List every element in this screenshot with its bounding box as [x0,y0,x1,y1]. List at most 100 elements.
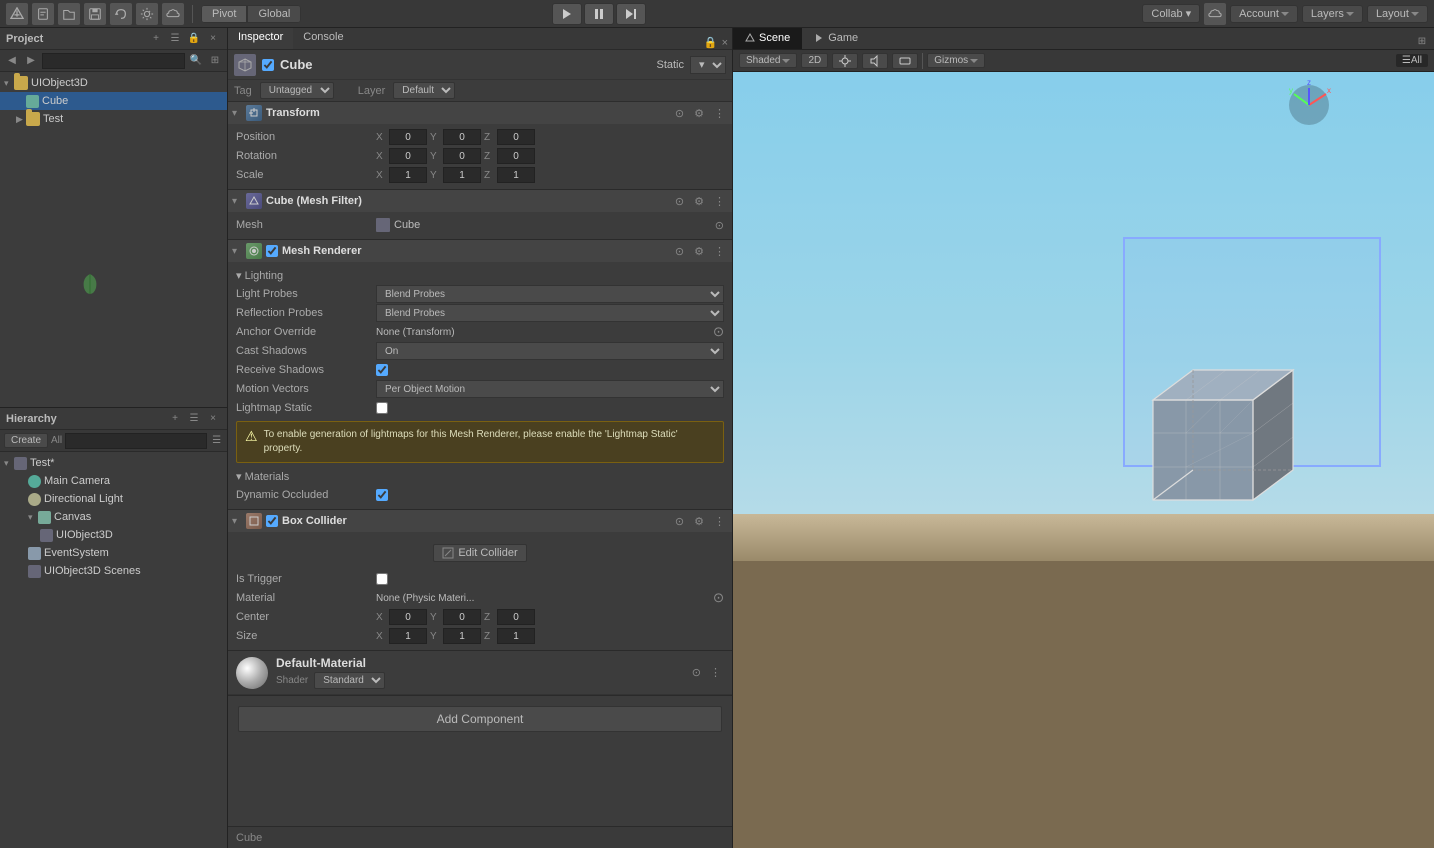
mesh-filter-settings-btn[interactable]: ⚙ [691,195,707,208]
project-search-input[interactable] [42,53,185,69]
cast-shadows-dropdown[interactable]: On [376,342,724,360]
shaded-btn[interactable]: Shaded [739,53,797,68]
material-menu-btn[interactable]: ⋮ [707,666,724,679]
gizmos-btn[interactable]: Gizmos [927,53,985,68]
anchor-select-btn[interactable]: ⊙ [713,324,724,340]
box-collider-ref-btn[interactable]: ⊙ [672,515,687,528]
project-back-btn[interactable]: ◀ [4,53,20,69]
mesh-renderer-checkbox[interactable] [266,245,278,257]
mesh-filter-header[interactable]: ▾ Cube (Mesh Filter) ⊙ ⚙ ⋮ [228,190,732,212]
box-collider-header[interactable]: ▾ Box Collider ⊙ ⚙ ⋮ [228,510,732,532]
hierarchy-item-eventsystem[interactable]: EventSystem [0,544,227,562]
project-search-btn[interactable]: 🔍 [188,53,204,69]
receive-shadows-checkbox[interactable] [376,364,388,376]
mesh-select-btn[interactable]: ⊙ [715,219,724,232]
tag-dropdown[interactable]: Untagged [260,82,334,99]
position-z-input[interactable] [497,129,535,145]
scale-z-input[interactable] [497,167,535,183]
static-dropdown[interactable]: ▾ [690,56,726,74]
console-tab[interactable]: Console [293,28,353,49]
materials-header-row[interactable]: ▾ Materials [236,467,724,485]
hierarchy-menu-btn[interactable]: ☰ [186,411,202,427]
create-button[interactable]: Create [4,433,48,448]
box-collider-checkbox[interactable] [266,515,278,527]
scale-x-input[interactable] [389,167,427,183]
step-button[interactable] [616,3,646,25]
global-btn[interactable]: Global [247,5,301,23]
hierarchy-close-btn[interactable]: × [205,411,221,427]
lightmap-static-checkbox[interactable] [376,402,388,414]
center-z-input[interactable] [497,609,535,625]
project-item-uiobject3d[interactable]: ▾ UIObject3D [0,74,227,92]
hierarchy-options-btn[interactable]: ☰ [210,432,223,450]
pause-button[interactable] [584,3,614,25]
layout-button[interactable]: Layout [1367,5,1428,23]
collider-material-select-btn[interactable]: ⊙ [713,590,724,606]
transform-settings-btn[interactable]: ⚙ [691,107,707,120]
project-tab[interactable]: Project [6,33,43,45]
save-btn[interactable] [84,3,106,25]
cloud-services-btn[interactable] [1204,3,1226,25]
reflection-probes-dropdown[interactable]: Blend Probes [376,304,724,322]
rotation-z-input[interactable] [497,148,535,164]
settings-btn[interactable] [136,3,158,25]
inspector-close-icon[interactable]: × [722,37,728,49]
dynamic-occluded-checkbox[interactable] [376,489,388,501]
is-trigger-checkbox[interactable] [376,573,388,585]
new-file-btn[interactable] [32,3,54,25]
scene-view[interactable]: x y z [733,72,1434,848]
project-item-cube[interactable]: Cube [0,92,227,110]
game-tab[interactable]: Game [802,28,870,49]
size-y-input[interactable] [443,628,481,644]
mesh-filter-ref-btn[interactable]: ⊙ [672,195,687,208]
object-active-checkbox[interactable] [262,59,274,71]
rotation-x-input[interactable] [389,148,427,164]
mesh-renderer-ref-btn[interactable]: ⊙ [672,245,687,258]
play-button[interactable] [552,3,582,25]
hierarchy-item-main-camera[interactable]: Main Camera [0,472,227,490]
collab-button[interactable]: Collab ▾ [1142,4,1200,23]
position-y-input[interactable] [443,129,481,145]
edit-collider-button[interactable]: Edit Collider [433,544,526,562]
inspector-tab[interactable]: Inspector [228,28,293,49]
mesh-filter-menu-btn[interactable]: ⋮ [711,195,728,208]
transform-ref-btn[interactable]: ⊙ [672,107,687,120]
rotation-y-input[interactable] [443,148,481,164]
lighting-btn[interactable] [832,53,858,69]
material-ref-btn[interactable]: ⊙ [689,666,704,679]
add-component-button[interactable]: Add Component [238,706,722,732]
audio-btn[interactable] [862,53,888,69]
box-collider-menu-btn[interactable]: ⋮ [711,515,728,528]
unity-logo-btn[interactable] [6,3,28,25]
center-x-input[interactable] [389,609,427,625]
account-button[interactable]: Account [1230,5,1298,23]
layers-button[interactable]: Layers [1302,5,1363,23]
hierarchy-tab[interactable]: Hierarchy [6,413,57,425]
hierarchy-item-directional-light[interactable]: Directional Light [0,490,227,508]
light-probes-dropdown[interactable]: Blend Probes [376,285,724,303]
open-file-btn[interactable] [58,3,80,25]
shader-dropdown[interactable]: Standard [314,672,385,689]
project-forward-btn[interactable]: ▶ [23,53,39,69]
mesh-renderer-header[interactable]: ▾ Mesh Renderer ⊙ ⚙ ⋮ [228,240,732,262]
project-close-btn[interactable]: × [205,31,221,47]
mesh-renderer-settings-btn[interactable]: ⚙ [691,245,707,258]
motion-vectors-dropdown[interactable]: Per Object Motion [376,380,724,398]
size-x-input[interactable] [389,628,427,644]
project-lock-btn[interactable]: 🔒 [186,31,202,47]
center-y-input[interactable] [443,609,481,625]
pivot-btn[interactable]: Pivot [201,5,247,23]
position-x-input[interactable] [389,129,427,145]
scene-tab[interactable]: Scene [733,28,802,49]
hierarchy-item-canvas[interactable]: ▾ Canvas [0,508,227,526]
transform-header[interactable]: ▾ Transform ⊙ ⚙ ⋮ [228,102,732,124]
hierarchy-search-input[interactable] [65,433,207,449]
hierarchy-item-test[interactable]: ▾ Test* [0,454,227,472]
2d-btn[interactable]: 2D [801,53,828,68]
project-item-test[interactable]: ▶ Test [0,110,227,128]
project-add-btn[interactable]: + [148,31,164,47]
hierarchy-add-btn[interactable]: + [167,411,183,427]
hierarchy-item-uiobject3d-scenes[interactable]: UIObject3D Scenes [0,562,227,580]
box-collider-settings-btn[interactable]: ⚙ [691,515,707,528]
mesh-renderer-menu-btn[interactable]: ⋮ [711,245,728,258]
